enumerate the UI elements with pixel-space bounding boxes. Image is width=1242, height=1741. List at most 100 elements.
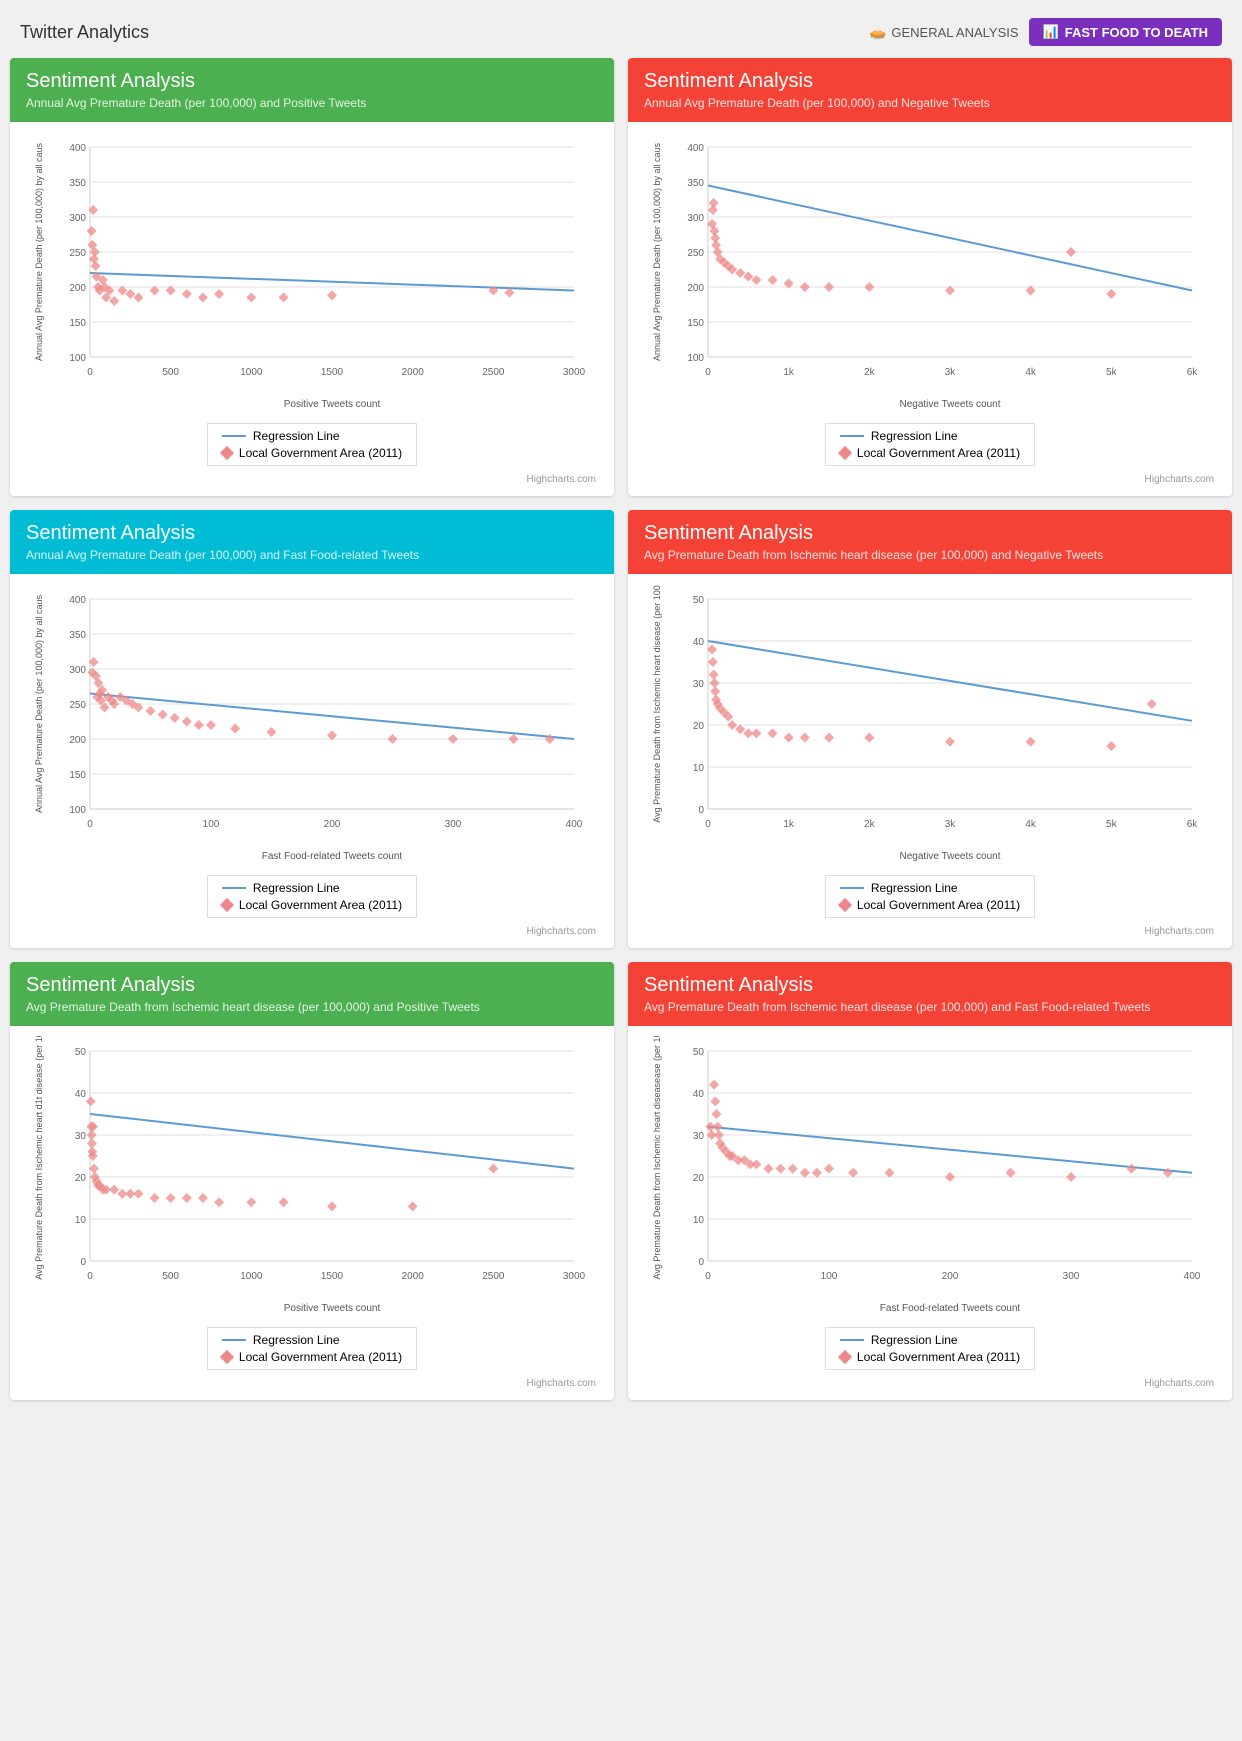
- nav-general[interactable]: 🥧 GENERAL ANALYSIS: [869, 24, 1019, 41]
- svg-text:3k: 3k: [945, 367, 957, 378]
- legend-regression: Regression Line: [840, 1333, 958, 1347]
- chart-title-6: Sentiment Analysis: [644, 974, 1216, 997]
- page-title: Twitter Analytics: [20, 22, 149, 43]
- svg-text:0: 0: [705, 1271, 711, 1282]
- legend-diamond-symbol: [838, 898, 852, 912]
- svg-text:300: 300: [445, 819, 462, 830]
- header-nav: 🥧 GENERAL ANALYSIS 📊 FAST FOOD TO DEATH: [869, 18, 1222, 46]
- svg-text:4k: 4k: [1025, 819, 1037, 830]
- chart-credit-6: Highcharts.com: [638, 1376, 1222, 1395]
- svg-text:50: 50: [75, 1047, 87, 1058]
- svg-text:300: 300: [1063, 1271, 1080, 1282]
- svg-text:40: 40: [75, 1089, 87, 1100]
- chart-card-4: Sentiment Analysis Avg Premature Death fr…: [628, 510, 1232, 948]
- svg-text:0: 0: [705, 367, 711, 378]
- nav-fastfood[interactable]: 📊 FAST FOOD TO DEATH: [1029, 18, 1222, 46]
- svg-text:100: 100: [69, 353, 86, 364]
- svg-text:Positive Tweets count: Positive Tweets count: [284, 399, 381, 410]
- chart-svg-3: 1001502002503003504000100200300400Annual…: [20, 584, 604, 864]
- svg-text:1500: 1500: [321, 367, 344, 378]
- chart-header-4: Sentiment Analysis Avg Premature Death fr…: [628, 510, 1232, 574]
- chart-header-6: Sentiment Analysis Avg Premature Death fr…: [628, 962, 1232, 1026]
- legend-regression: Regression Line: [222, 881, 340, 895]
- svg-text:200: 200: [69, 283, 86, 294]
- nav-fastfood-label: FAST FOOD TO DEATH: [1065, 25, 1208, 40]
- svg-text:0: 0: [698, 1257, 704, 1268]
- chart-legend-4: Regression Line Local Government Area (2…: [825, 875, 1035, 918]
- legend-point-label: Local Government Area (2011): [239, 1350, 402, 1364]
- svg-text:Annual Avg Premature Death (pe: Annual Avg Premature Death (per 100,000)…: [34, 595, 44, 813]
- chart-svg-2: 10015020025030035040001k2k3k4k5k6kAnnual…: [638, 132, 1222, 412]
- legend-lga: Local Government Area (2011): [222, 898, 402, 912]
- chart-body-2: 10015020025030035040001k2k3k4k5k6kAnnual…: [628, 122, 1232, 496]
- chart-credit-3: Highcharts.com: [20, 924, 604, 943]
- svg-text:100: 100: [203, 819, 220, 830]
- svg-text:400: 400: [687, 143, 704, 154]
- svg-text:150: 150: [687, 318, 704, 329]
- chart-svg-4: 0102030405001k2k3k4k5k6kAvg Premature De…: [638, 584, 1222, 864]
- legend-line-symbol: [840, 435, 864, 437]
- svg-text:2500: 2500: [482, 367, 505, 378]
- svg-text:250: 250: [69, 700, 86, 711]
- svg-text:3000: 3000: [563, 367, 586, 378]
- svg-text:500: 500: [162, 1271, 179, 1282]
- legend-line-label: Regression Line: [871, 1333, 958, 1347]
- chart-subtitle-6: Avg Premature Death from Ischemic heart …: [644, 1000, 1216, 1014]
- svg-text:0: 0: [698, 805, 704, 816]
- svg-text:0: 0: [80, 1257, 86, 1268]
- svg-text:40: 40: [693, 1089, 705, 1100]
- legend-line-symbol: [840, 887, 864, 889]
- svg-text:30: 30: [693, 679, 705, 690]
- chart-title-1: Sentiment Analysis: [26, 70, 598, 93]
- svg-text:350: 350: [69, 178, 86, 189]
- svg-text:6k: 6k: [1187, 819, 1199, 830]
- svg-text:Fast Food-related Tweets count: Fast Food-related Tweets count: [262, 851, 403, 862]
- svg-text:400: 400: [566, 819, 583, 830]
- legend-point-label: Local Government Area (2011): [857, 1350, 1020, 1364]
- svg-text:400: 400: [69, 143, 86, 154]
- legend-point-label: Local Government Area (2011): [239, 898, 402, 912]
- legend-regression: Regression Line: [222, 429, 340, 443]
- chart-subtitle-4: Avg Premature Death from Ischemic heart …: [644, 548, 1216, 562]
- legend-line-label: Regression Line: [253, 881, 340, 895]
- svg-text:20: 20: [693, 1173, 705, 1184]
- chart-header-5: Sentiment AnalysisAvg Premature Death fr…: [10, 962, 614, 1026]
- chart-card-6: Sentiment Analysis Avg Premature Death fr…: [628, 962, 1232, 1400]
- chart-subtitle-1: Annual Avg Premature Death (per 100,000)…: [26, 96, 598, 110]
- svg-text:300: 300: [69, 665, 86, 676]
- chart-body-4: 0102030405001k2k3k4k5k6kAvg Premature De…: [628, 574, 1232, 948]
- legend-line-label: Regression Line: [871, 881, 958, 895]
- legend-point-label: Local Government Area (2011): [239, 446, 402, 460]
- svg-text:Negative Tweets count: Negative Tweets count: [900, 851, 1001, 862]
- chart-svg-6: 010203040500100200300400Avg Premature De…: [638, 1036, 1222, 1316]
- chart-legend-3: Regression Line Local Government Area (2…: [207, 875, 417, 918]
- chart-legend-5: Regression Line Local Government Area (2…: [207, 1327, 417, 1370]
- chart-body-5: 01020304050050010001500200025003000Avg P…: [10, 1026, 614, 1400]
- chart-credit-4: Highcharts.com: [638, 924, 1222, 943]
- svg-text:30: 30: [75, 1131, 87, 1142]
- svg-text:5k: 5k: [1106, 367, 1118, 378]
- legend-line-label: Regression Line: [253, 1333, 340, 1347]
- chart-title-4: Sentiment Analysis: [644, 522, 1216, 545]
- svg-text:2000: 2000: [402, 1271, 425, 1282]
- legend-line-symbol: [840, 1339, 864, 1341]
- svg-text:Negative Tweets count: Negative Tweets count: [900, 399, 1001, 410]
- svg-text:Fast Food-related Tweets count: Fast Food-related Tweets count: [880, 1303, 1021, 1314]
- chart-credit-1: Highcharts.com: [20, 472, 604, 491]
- svg-text:0: 0: [87, 367, 93, 378]
- legend-lga: Local Government Area (2011): [840, 898, 1020, 912]
- legend-diamond-symbol: [220, 446, 234, 460]
- svg-text:1k: 1k: [783, 367, 795, 378]
- svg-text:50: 50: [693, 1047, 705, 1058]
- svg-text:100: 100: [821, 1271, 838, 1282]
- svg-text:1500: 1500: [321, 1271, 344, 1282]
- svg-text:6k: 6k: [1187, 367, 1199, 378]
- svg-text:50: 50: [693, 595, 705, 606]
- svg-text:Annual Avg Premature Death (pe: Annual Avg Premature Death (per 100,000)…: [652, 143, 662, 361]
- svg-text:2k: 2k: [864, 819, 876, 830]
- chart-body-1: 1001502002503003504000500100015002000250…: [10, 122, 614, 496]
- svg-text:Avg Premature Death from Ische: Avg Premature Death from Ischemic heart …: [652, 585, 662, 822]
- legend-diamond-symbol: [220, 1350, 234, 1364]
- nav-general-label: GENERAL ANALYSIS: [891, 25, 1018, 40]
- svg-text:1k: 1k: [783, 819, 795, 830]
